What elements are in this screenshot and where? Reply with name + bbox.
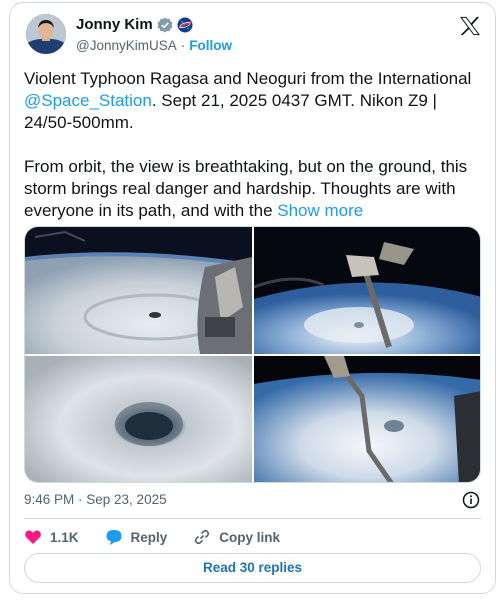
photo-iss-arm-over-typhoon[interactable]: [254, 227, 480, 354]
copy-link-label: Copy link: [219, 529, 281, 545]
show-more-link[interactable]: Show more: [277, 201, 363, 220]
divider: [24, 518, 481, 519]
author-handle-row: @JonnyKimUSA · Follow: [76, 38, 232, 53]
like-count: 1.1K: [50, 529, 79, 545]
photo-typhoon-eye-wide[interactable]: [25, 227, 252, 354]
like-button[interactable]: 1.1K: [24, 528, 79, 546]
author-handle[interactable]: @JonnyKimUSA: [76, 38, 177, 53]
x-logo-icon[interactable]: [459, 16, 481, 36]
read-replies-button[interactable]: Read 30 replies: [24, 553, 481, 583]
copy-link-button[interactable]: Copy link: [193, 528, 280, 546]
reply-label: Reply: [130, 529, 168, 545]
tweet-text: Violent Typhoon Ragasa and Neoguri from …: [24, 68, 484, 222]
photo-typhoon-with-station-arm[interactable]: [254, 356, 480, 482]
nasa-affiliation-icon: [177, 17, 193, 33]
photo-typhoon-eye-closeup[interactable]: [25, 356, 252, 482]
tweet-paragraph-1: Violent Typhoon Ragasa and Neoguri from …: [24, 68, 484, 134]
tweet-paragraph-2: From orbit, the view is breathtaking, bu…: [24, 156, 484, 222]
avatar[interactable]: [26, 14, 66, 54]
heart-icon: [25, 530, 41, 544]
tweet-actions: 1.1K Reply Copy link: [24, 527, 306, 547]
mention-link[interactable]: @Space_Station: [24, 91, 152, 110]
info-icon[interactable]: [462, 491, 480, 509]
tweet-text-part: From orbit, the view is breathtaking, bu…: [24, 157, 468, 220]
verified-badge-icon: [157, 17, 173, 33]
reply-button[interactable]: Reply: [105, 528, 168, 546]
tweet-text-part: Violent Typhoon Ragasa and Neoguri from …: [24, 69, 472, 88]
author-name[interactable]: Jonny Kim: [76, 16, 153, 33]
link-icon: [195, 529, 210, 545]
reply-bubble-icon: [106, 530, 122, 545]
timestamp[interactable]: 9:46 PM · Sep 23, 2025: [24, 492, 167, 507]
author-name-row: Jonny Kim: [76, 16, 193, 33]
media-grid: [24, 226, 481, 483]
follow-button[interactable]: Follow: [189, 38, 232, 53]
separator-dot: ·: [180, 38, 186, 53]
